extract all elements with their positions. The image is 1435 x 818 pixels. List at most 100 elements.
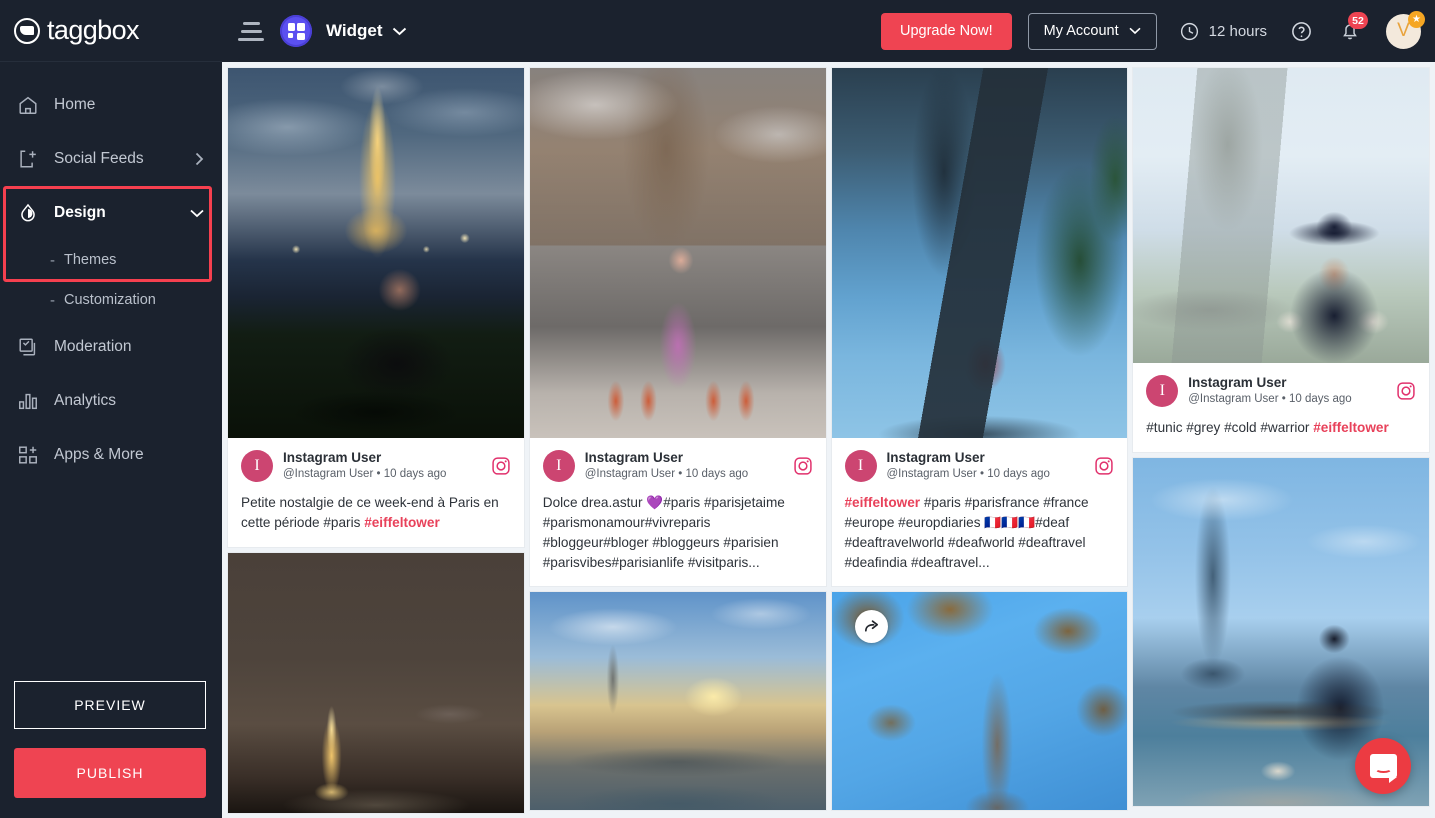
widget-grid-icon	[280, 15, 312, 47]
caption-hashtag: #eiffeltower	[364, 515, 440, 531]
sidebar-subitem-customization[interactable]: - Customization	[0, 280, 222, 320]
home-icon	[19, 96, 37, 114]
intercom-chat-button[interactable]	[1355, 738, 1411, 794]
post-image[interactable]	[831, 68, 1128, 438]
post-author-meta: @Instagram User • 10 days ago	[887, 467, 1085, 483]
post-meta: I Instagram User @Instagram User • 10 da…	[832, 438, 1128, 483]
post-author-meta: @Instagram User • 10 days ago	[283, 467, 481, 483]
brand-name: taggbox	[47, 15, 139, 45]
post-card[interactable]: I Instagram User @Instagram User • 10 da…	[831, 68, 1128, 587]
post-handle: @Instagram User	[283, 467, 374, 480]
post-card[interactable]: I Instagram User @Instagram User • 10 da…	[1133, 68, 1429, 453]
instagram-icon	[492, 457, 510, 475]
sidebar-item-label: Home	[54, 96, 96, 113]
chevron-down-icon	[1129, 27, 1141, 35]
notification-count-badge: 52	[1348, 12, 1368, 29]
moderation-icon	[19, 338, 36, 356]
chevron-down-icon	[190, 209, 204, 217]
sidebar-item-label: Apps & More	[54, 446, 144, 463]
instagram-icon	[1095, 457, 1113, 475]
feed-column-1: I Instagram User @Instagram User • 10 da…	[228, 68, 524, 813]
clock-icon	[1180, 22, 1198, 40]
app-root: taggbox Home Social Feeds Design - Theme…	[0, 0, 1435, 818]
taggbox-logo-icon	[14, 17, 40, 44]
post-meta: I Instagram User @Instagram User • 10 da…	[530, 438, 826, 483]
chevron-down-icon[interactable]	[392, 27, 407, 36]
chevron-right-icon	[195, 152, 204, 166]
post-avatar: I	[1146, 375, 1179, 408]
sidebar: taggbox Home Social Feeds Design - Theme…	[0, 0, 222, 818]
post-image[interactable]	[1133, 68, 1429, 363]
feed-column-4: I Instagram User @Instagram User • 10 da…	[1133, 68, 1429, 807]
intercom-chat-icon	[1369, 754, 1397, 783]
post-caption: Dolce drea.astur 💜#paris #parisjetaime #…	[542, 495, 785, 570]
avatar[interactable]: V ★	[1386, 10, 1425, 49]
preview-button[interactable]: PREVIEW	[14, 681, 206, 729]
post-author-meta: @Instagram User • 10 days ago	[1188, 392, 1386, 408]
widget-title[interactable]: Widget	[326, 21, 383, 41]
sidebar-item-label: Analytics	[54, 392, 117, 409]
sidebar-subitem-label: Themes	[64, 252, 117, 268]
apps-grid-plus-icon	[19, 446, 37, 464]
meta-separator: •	[376, 467, 381, 480]
meta-separator: •	[1281, 392, 1286, 405]
post-author: Instagram User @Instagram User • 10 days…	[1188, 375, 1386, 407]
post-meta: I Instagram User @Instagram User • 10 da…	[228, 438, 524, 483]
sidebar-item-label: Design	[54, 204, 106, 221]
post-avatar: I	[844, 450, 877, 483]
post-card[interactable]	[529, 592, 826, 811]
sidebar-subitem-themes[interactable]: - Themes	[0, 240, 222, 280]
post-author: Instagram User @Instagram User • 10 days…	[887, 450, 1085, 482]
meta-separator: •	[980, 467, 985, 480]
upgrade-now-button[interactable]: Upgrade Now!	[880, 12, 1012, 50]
publish-button[interactable]: PUBLISH	[14, 748, 206, 798]
dash-marker: -	[50, 251, 55, 269]
post-author-name: Instagram User	[1188, 375, 1287, 390]
sidebar-item-design[interactable]: Design	[0, 186, 222, 240]
top-bar: Widget Upgrade Now! My Account 12 hours	[222, 0, 1435, 62]
post-avatar: I	[241, 450, 273, 483]
post-caption: #tunic #grey #cold #warrior #eiffeltower	[1133, 407, 1429, 452]
post-image[interactable]	[529, 592, 826, 811]
post-handle: @Instagram User	[584, 467, 676, 480]
post-author-name: Instagram User	[584, 450, 684, 465]
sidebar-item-label: Moderation	[54, 338, 132, 355]
sidebar-item-analytics[interactable]: Analytics	[0, 374, 222, 428]
post-image[interactable]	[228, 552, 524, 813]
post-caption: #eiffeltower #paris #parisfrance #france…	[832, 482, 1128, 586]
sidebar-item-moderation[interactable]: Moderation	[0, 320, 222, 374]
post-handle: @Instagram User	[1188, 392, 1279, 405]
sidebar-item-home[interactable]: Home	[0, 78, 222, 132]
brand-logo[interactable]: taggbox	[0, 0, 222, 62]
feed-plus-icon	[20, 150, 36, 168]
post-card[interactable]: I Instagram User @Instagram User • 10 da…	[228, 68, 524, 547]
share-button[interactable]	[854, 610, 888, 644]
sidebar-item-social-feeds[interactable]: Social Feeds	[0, 132, 222, 186]
help-circle-icon[interactable]	[1290, 20, 1313, 43]
post-author-meta: @Instagram User • 10 days ago	[585, 467, 783, 483]
post-card[interactable]	[228, 552, 524, 813]
top-bar-right: Upgrade Now! My Account 12 hours 52 V ★	[880, 10, 1425, 50]
caption-hashtag: #eiffeltower	[844, 495, 921, 511]
post-meta: I Instagram User @Instagram User • 10 da…	[1133, 363, 1429, 408]
caption-text: #tunic #grey #cold #warrior	[1146, 420, 1314, 436]
sidebar-item-apps-more[interactable]: Apps & More	[0, 428, 222, 482]
instagram-icon	[793, 457, 812, 475]
post-card[interactable]	[831, 592, 1128, 811]
notifications-bell[interactable]: 52	[1339, 12, 1368, 42]
sidebar-nav: Home Social Feeds Design - Themes - Cust…	[0, 62, 222, 482]
my-account-button[interactable]: My Account	[1027, 12, 1157, 50]
post-image[interactable]	[529, 68, 826, 438]
post-time: 10 days ago	[685, 467, 749, 480]
post-author: Instagram User @Instagram User • 10 days…	[283, 450, 481, 482]
feed-column-2: I Instagram User @Instagram User • 10 da…	[529, 68, 826, 811]
hamburger-menu-icon[interactable]	[238, 21, 264, 41]
share-arrow-icon	[864, 620, 878, 632]
post-image[interactable]	[228, 68, 524, 438]
instagram-icon	[1397, 382, 1415, 400]
post-handle: @Instagram User	[886, 467, 977, 480]
post-card[interactable]: I Instagram User @Instagram User • 10 da…	[529, 68, 826, 587]
sidebar-actions: PREVIEW PUBLISH	[0, 681, 222, 818]
design-droplet-icon	[21, 203, 35, 222]
post-author-name: Instagram User	[283, 450, 382, 465]
